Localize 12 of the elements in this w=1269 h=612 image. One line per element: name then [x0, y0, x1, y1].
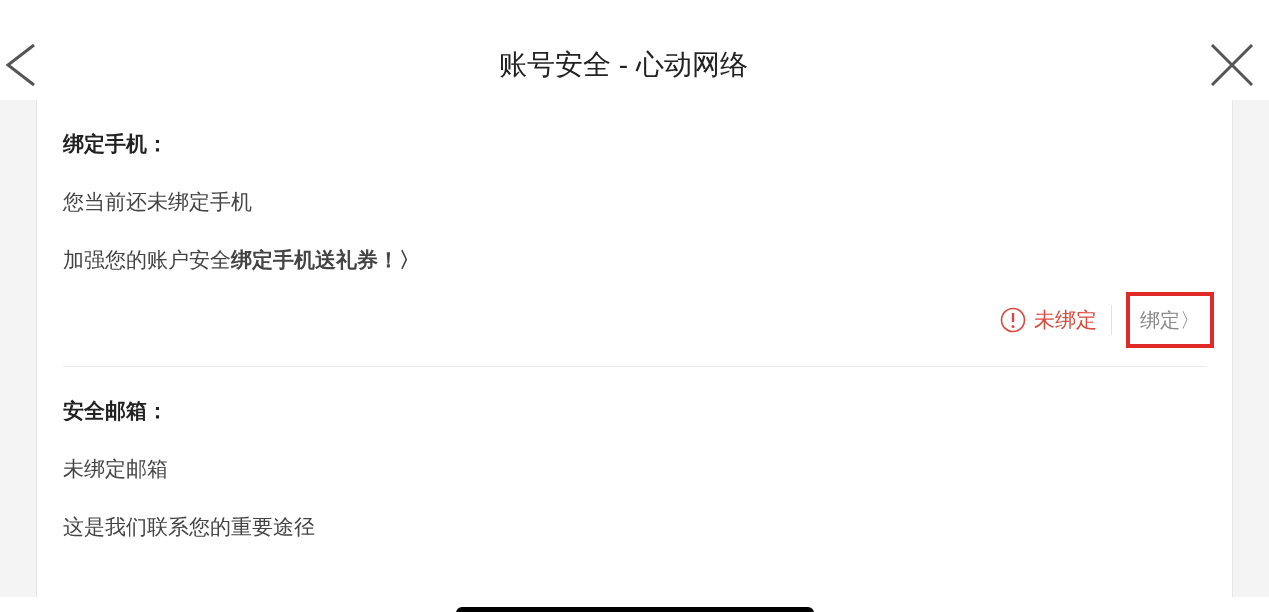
info-text: 加强您的账户安全绑定手机送礼券！〉	[63, 247, 420, 273]
back-icon[interactable]	[4, 43, 38, 87]
bind-link[interactable]: 绑定〉	[1126, 292, 1214, 348]
info-text: 您当前还未绑定手机	[63, 189, 252, 215]
status-text: 未绑定	[1034, 307, 1097, 334]
section-title: 安全邮箱：	[63, 398, 168, 424]
warning-icon	[1000, 307, 1026, 333]
info-text: 未绑定邮箱	[63, 456, 168, 482]
info-text: 这是我们联系您的重要途径	[63, 514, 315, 540]
page-title: 账号安全 - 心动网络	[499, 48, 748, 82]
close-icon[interactable]	[1209, 42, 1255, 88]
section-title: 绑定手机：	[63, 131, 168, 157]
